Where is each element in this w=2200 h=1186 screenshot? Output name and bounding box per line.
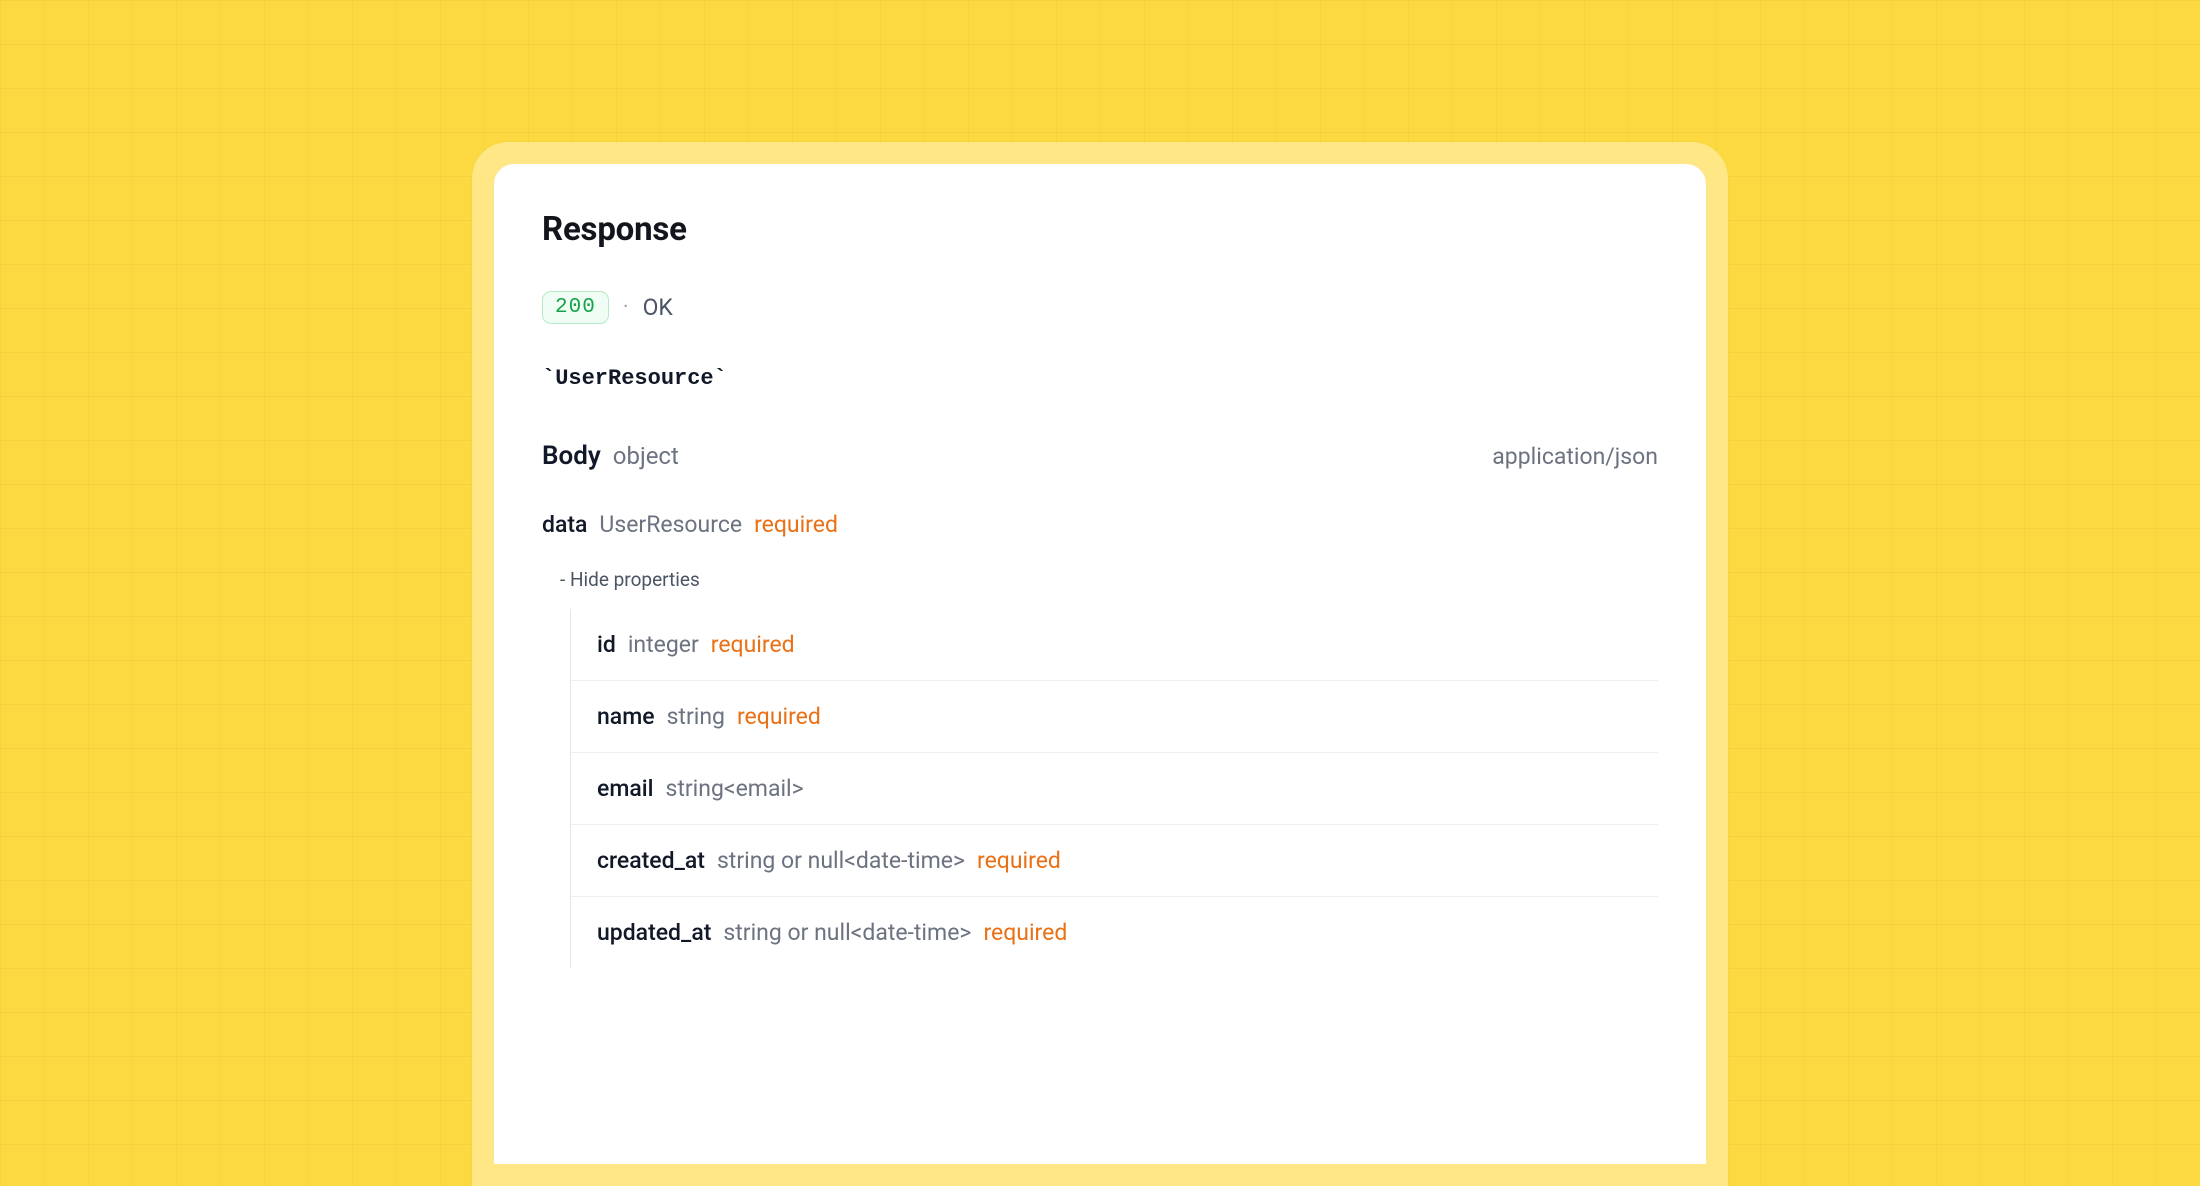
data-field-type: UserResource <box>599 511 742 538</box>
body-header-left: Body object <box>542 441 679 471</box>
property-name: updated_at <box>597 919 711 946</box>
property-row: id integer required <box>571 609 1658 681</box>
property-required-tag: required <box>711 631 795 658</box>
data-field-name: data <box>542 511 587 538</box>
property-name: email <box>597 775 653 802</box>
resource-name-code: `UserResource` <box>542 366 1658 391</box>
properties-list: id integer required name string required… <box>570 609 1658 968</box>
hide-properties-toggle[interactable]: - Hide properties <box>560 568 1658 591</box>
body-type: object <box>613 442 679 470</box>
property-name: created_at <box>597 847 705 874</box>
property-type: string or null<date-time> <box>723 919 971 946</box>
property-required-tag: required <box>977 847 1061 874</box>
status-code-badge: 200 <box>542 291 609 324</box>
body-header-row: Body object application/json <box>542 441 1658 471</box>
doc-panel-inner: Response 200 · OK `UserResource` Body ob… <box>494 164 1706 1164</box>
response-heading: Response <box>542 210 1658 249</box>
property-type: string or null<date-time> <box>717 847 965 874</box>
property-required-tag: required <box>983 919 1067 946</box>
property-name: name <box>597 703 655 730</box>
status-row: 200 · OK <box>542 291 1658 324</box>
property-type: string <box>667 703 725 730</box>
doc-panel-outer: Response 200 · OK `UserResource` Body ob… <box>472 142 1728 1186</box>
property-row: updated_at string or null<date-time> req… <box>571 897 1658 968</box>
property-row: email string<email> <box>571 753 1658 825</box>
status-separator-dot: · <box>623 297 629 319</box>
property-row: name string required <box>571 681 1658 753</box>
property-type: integer <box>628 631 699 658</box>
property-name: id <box>597 631 616 658</box>
property-type: string<email> <box>665 775 803 802</box>
status-text: OK <box>643 294 673 321</box>
property-required-tag: required <box>737 703 821 730</box>
data-required-tag: required <box>754 511 838 538</box>
property-row: created_at string or null<date-time> req… <box>571 825 1658 897</box>
data-field-row: data UserResource required <box>542 511 1658 538</box>
body-label: Body <box>542 441 601 471</box>
content-type-label: application/json <box>1492 443 1658 470</box>
